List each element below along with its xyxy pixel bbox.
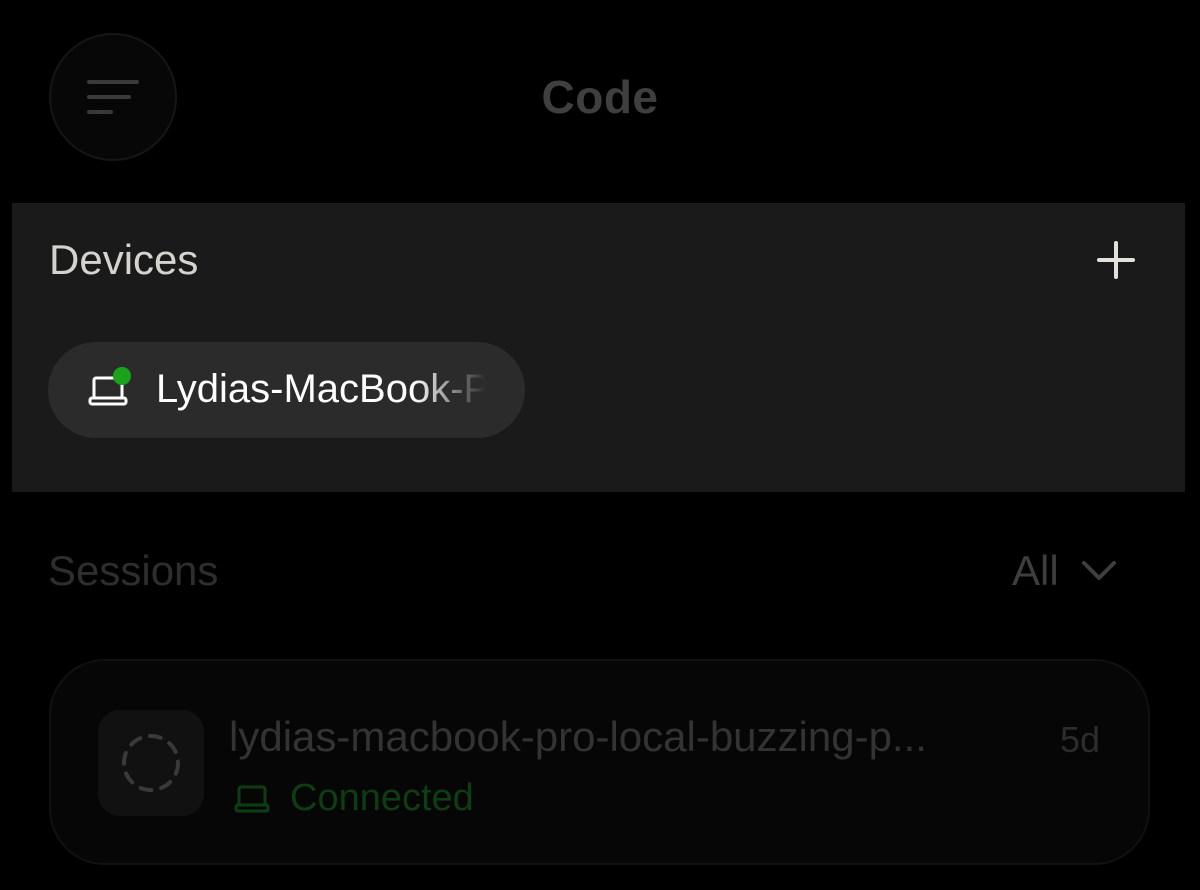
device-name: Lydias-MacBook-P [156,367,486,411]
dashed-circle-icon [122,734,180,792]
devices-title: Devices [49,236,199,283]
session-status: Connected [234,777,474,820]
sessions-filter-dropdown[interactable]: All [1012,545,1117,597]
session-age: 5d [1060,719,1101,760]
plus-icon [1097,241,1135,279]
device-chip[interactable]: Lydias-MacBook-P [48,342,525,438]
session-avatar [98,710,204,816]
laptop-icon [234,785,270,812]
sessions-title: Sessions [48,547,219,594]
page-title: Code [541,71,659,123]
device-online-indicator [113,367,131,385]
devices-panel: Devices Lydias-MacBook-P [12,203,1185,492]
session-card[interactable]: lydias-macbook-pro-local-buzzing-p... 5d… [49,659,1150,865]
filter-selected-value: All [1012,547,1059,594]
code-screen: Code Devices Lydias-MacBook-P Sessions A… [0,0,1200,890]
session-name: lydias-macbook-pro-local-buzzing-p... [229,713,927,760]
add-device-button[interactable] [1094,238,1138,282]
session-status-label: Connected [290,777,474,819]
chevron-down-icon [1081,561,1116,580]
